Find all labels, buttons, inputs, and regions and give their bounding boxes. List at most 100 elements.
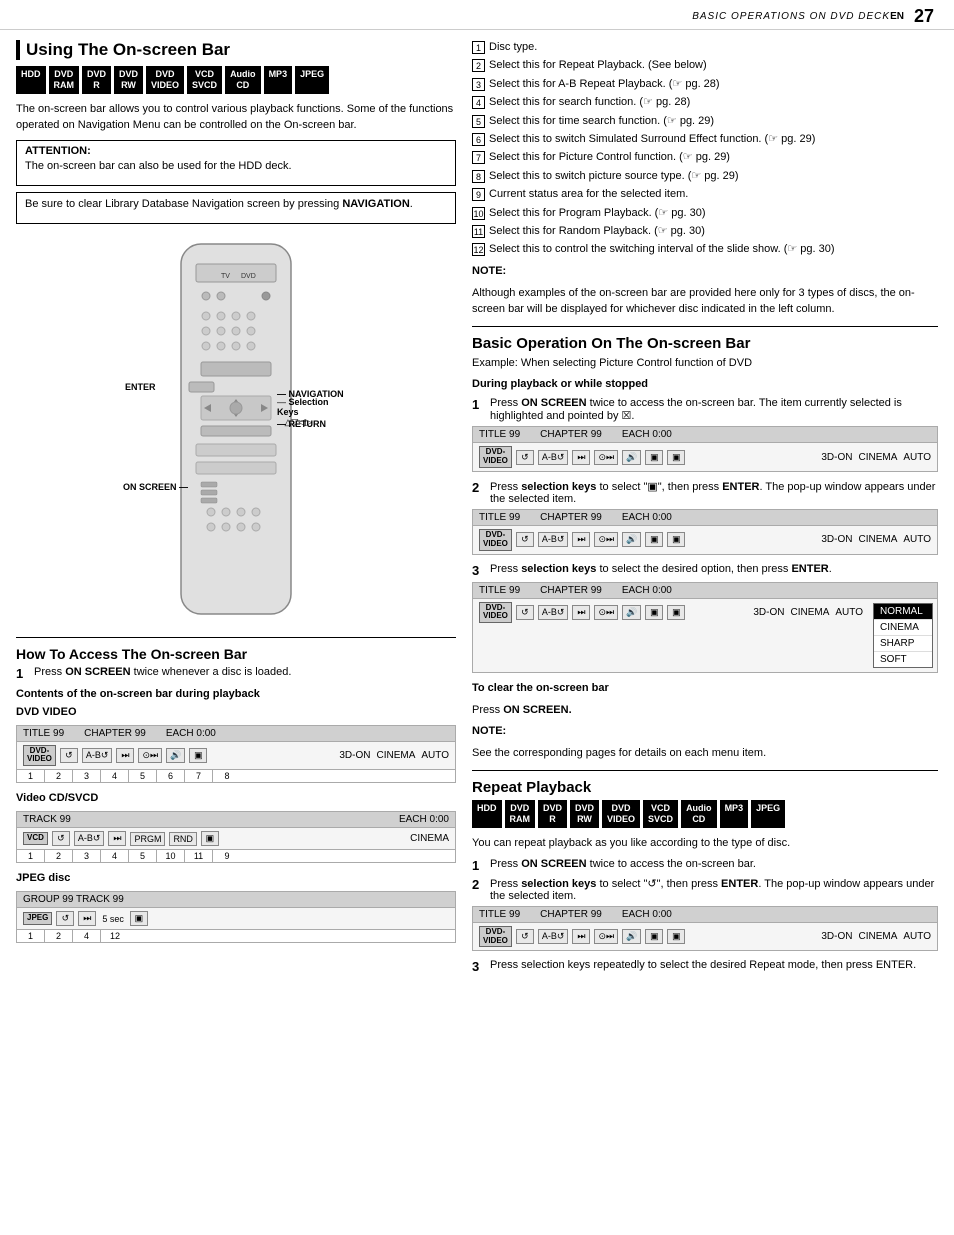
jpeg-num-4: 4 bbox=[73, 930, 101, 942]
ctrl-picture: ▣ bbox=[189, 748, 207, 763]
page-header: BASIC OPERATIONS ON DVD DECK EN 27 bbox=[0, 0, 954, 30]
b2-3don: 3D-ON bbox=[821, 534, 852, 545]
basic-step1-num: 1 bbox=[472, 397, 486, 412]
right-note-text: Although examples of the on-screen bar a… bbox=[472, 286, 938, 318]
clear-label: To clear the on-screen bar bbox=[472, 681, 938, 697]
item-num-3: 3 bbox=[472, 78, 485, 91]
title-label: TITLE 99 bbox=[23, 728, 64, 739]
b1-disc-badge: DVD-VIDEO bbox=[479, 446, 512, 468]
rb-cinema: CINEMA bbox=[858, 931, 897, 942]
label-3don: 3D-ON bbox=[339, 750, 370, 761]
b2-each: EACH 0:00 bbox=[622, 512, 672, 523]
rb-title: TITLE 99 bbox=[479, 909, 520, 920]
track-label: TRACK 99 bbox=[23, 814, 71, 825]
vcd-cinema-label: CINEMA bbox=[410, 833, 449, 844]
vcd-ctrl-ab: A-B↺ bbox=[74, 831, 105, 846]
right-column: 1Disc type. 2Select this for Repeat Play… bbox=[472, 40, 938, 1225]
item-text-5: Select this for time search function. (☞… bbox=[489, 114, 714, 129]
b3-disc-badge: DVD-VIDEO bbox=[479, 602, 512, 624]
vcd-label: Video CD/SVCD bbox=[16, 791, 456, 807]
repeat-badge-jpeg: JPEG bbox=[751, 800, 785, 828]
b1-chapter: CHAPTER 99 bbox=[540, 429, 602, 440]
dd-sharp: SHARP bbox=[874, 636, 932, 652]
item-text-12: Select this to control the switching int… bbox=[489, 242, 835, 257]
note2-text: See the corresponding pages for details … bbox=[472, 746, 938, 762]
num-5: 5 bbox=[129, 770, 157, 782]
ctrl-repeat: ↺ bbox=[60, 748, 78, 763]
item-text-8: Select this to switch picture source typ… bbox=[489, 169, 739, 184]
rb-ctrl-skip: ⏭ bbox=[572, 929, 590, 944]
item-text-11: Select this for Random Playback. (☞ pg. … bbox=[489, 224, 705, 239]
basic-bar3-controls: DVD-VIDEO ↺ A-B↺ ⏭ ⊙⏭ 🔊 ▣ ▣ 3D-ON CINEMA… bbox=[473, 599, 869, 627]
dvdvideo-title-row: TITLE 99 CHAPTER 99 EACH 0:00 bbox=[16, 725, 456, 742]
rb-ctrl-skip2: ⊙⏭ bbox=[594, 929, 618, 944]
dvdvideo-disc-badge: DVD-VIDEO bbox=[23, 745, 56, 767]
b2-ctrl-skip2: ⊙⏭ bbox=[594, 532, 618, 547]
remote-svg: TV DVD bbox=[121, 234, 351, 624]
jpeg-disc-badge: JPEG bbox=[23, 912, 52, 925]
b3-title: TITLE 99 bbox=[479, 585, 520, 596]
attention-title: ATTENTION: bbox=[25, 145, 447, 157]
rb-ctrl-pic: ▣ bbox=[645, 929, 663, 944]
contents-title: Contents of the on-screen bar during pla… bbox=[16, 687, 456, 703]
b1-ctrl-skip: ⏭ bbox=[572, 450, 590, 465]
return-label: — RETURN bbox=[277, 419, 326, 429]
basic-step1-row: 1 Press ON SCREEN twice to access the on… bbox=[472, 397, 938, 422]
badge-vcdsvcd: VCDSVCD bbox=[187, 66, 222, 94]
dd-soft: SOFT bbox=[874, 652, 932, 667]
rb-right-labels: 3D-ON CINEMA AUTO bbox=[821, 931, 931, 942]
repeat-step1-row: 1 Press ON SCREEN twice to access the on… bbox=[472, 858, 938, 873]
basic-bar3: TITLE 99 CHAPTER 99 EACH 0:00 DVD-VIDEO … bbox=[472, 582, 938, 673]
repeat-badge-mp3: MP3 bbox=[720, 800, 749, 828]
badge-dvdrw: DVDRW bbox=[114, 66, 143, 94]
badge-audiocd: AudioCD bbox=[225, 66, 261, 94]
label-cinema: CINEMA bbox=[376, 750, 415, 761]
how-to-step1-text: Press ON SCREEN twice whenever a disc is… bbox=[34, 666, 291, 678]
repeat-step2-row: 2 Press selection keys to select "↺", th… bbox=[472, 877, 938, 902]
repeat-badge-dvdram: DVDRAM bbox=[505, 800, 536, 828]
vcd-each-label: EACH 0:00 bbox=[399, 814, 449, 825]
jpeg-title-row: GROUP 99 TRACK 99 bbox=[16, 891, 456, 908]
item-text-4: Select this for search function. (☞ pg. … bbox=[489, 95, 690, 110]
b1-each: EACH 0:00 bbox=[622, 429, 672, 440]
basic-step2-row: 2 Press selection keys to select "▣", th… bbox=[472, 480, 938, 505]
b3-cinema: CINEMA bbox=[790, 607, 829, 618]
item-text-6: Select this to switch Simulated Surround… bbox=[489, 132, 815, 147]
repeat-step1-num: 1 bbox=[472, 858, 486, 873]
basic-step3-row: 3 Press selection keys to select the des… bbox=[472, 563, 938, 578]
jpeg-ctrl-skip: ⏭ bbox=[78, 911, 96, 926]
b3-ctrl-skip2: ⊙⏭ bbox=[594, 605, 618, 620]
svg-text:TV: TV bbox=[221, 273, 230, 280]
vcd-num-9: 9 bbox=[213, 850, 241, 862]
num-7: 7 bbox=[185, 770, 213, 782]
repeat-bar-title: TITLE 99 CHAPTER 99 EACH 0:00 bbox=[472, 906, 938, 923]
item-text-9: Current status area for the selected ite… bbox=[489, 187, 688, 202]
basic-bar2: TITLE 99 CHAPTER 99 EACH 0:00 DVD-VIDEO … bbox=[472, 509, 938, 555]
b1-ctrl-ab: A-B↺ bbox=[538, 450, 569, 465]
item-1: 1Disc type. bbox=[472, 40, 938, 55]
note2-label: NOTE: bbox=[472, 724, 938, 740]
item-2: 2Select this for Repeat Playback. (See b… bbox=[472, 58, 938, 73]
item-text-10: Select this for Program Playback. (☞ pg.… bbox=[489, 206, 706, 221]
item-text-7: Select this for Picture Control function… bbox=[489, 150, 730, 165]
b2-ctrl-src: ▣ bbox=[667, 532, 685, 547]
dvdvideo-right-labels: 3D-ON CINEMA AUTO bbox=[339, 750, 449, 761]
item-9: 9Current status area for the selected it… bbox=[472, 187, 938, 202]
dd-cinema: CINEMA bbox=[874, 620, 932, 636]
b1-cinema: CINEMA bbox=[858, 452, 897, 463]
basic-step3-num: 3 bbox=[472, 563, 486, 578]
dvdvideo-num-row: 1 2 3 4 5 6 7 8 bbox=[16, 770, 456, 783]
jpeg-label: JPEG disc bbox=[16, 871, 456, 887]
badge-hdd: HDD bbox=[16, 66, 46, 94]
item-12: 12Select this to control the switching i… bbox=[472, 242, 938, 257]
vcd-title-row: TRACK 99 EACH 0:00 bbox=[16, 811, 456, 828]
basic-step2-num: 2 bbox=[472, 480, 486, 495]
dvdvideo-bar: TITLE 99 CHAPTER 99 EACH 0:00 DVD-VIDEO … bbox=[16, 725, 456, 784]
b3-auto: AUTO bbox=[835, 607, 863, 618]
item-5: 5Select this for time search function. (… bbox=[472, 114, 938, 129]
picture-control-dropdown: NORMAL CINEMA SHARP SOFT bbox=[873, 603, 933, 668]
item-num-4: 4 bbox=[472, 96, 485, 109]
num-3: 3 bbox=[73, 770, 101, 782]
rb-ctrl-src: ▣ bbox=[667, 929, 685, 944]
svg-text:DVD: DVD bbox=[241, 273, 256, 280]
